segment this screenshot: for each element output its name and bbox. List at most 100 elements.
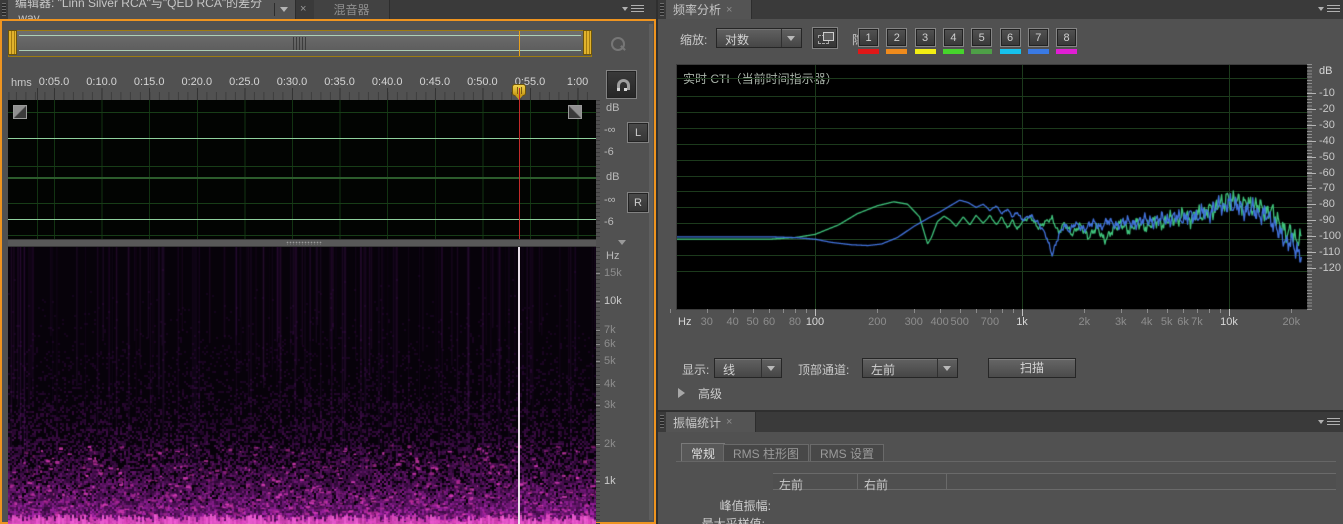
db-tick-label: -60: [1319, 167, 1335, 179]
snap-magnet-button[interactable]: [606, 70, 637, 99]
freq-tick-mark: [976, 309, 977, 313]
spectral-tick-label: 5k: [604, 355, 616, 367]
spectral-tick-label: 4k: [604, 378, 616, 390]
waveform-gridline: [8, 166, 596, 167]
spectral-tick-mark: [596, 344, 600, 345]
ruler-time-label: 0:05.0: [32, 76, 76, 88]
tab-amplitude-statistics[interactable]: 振幅统计 ×: [666, 412, 756, 432]
ruler-time-label: 0:50.0: [460, 76, 504, 88]
freq-tick-label: 1k: [1006, 316, 1038, 328]
channel-color-swatch: [971, 49, 992, 54]
hide-channel-button-2[interactable]: 2: [886, 28, 907, 47]
editor-tab-dropdown-icon[interactable]: [274, 3, 288, 16]
spectrogram-display[interactable]: [8, 247, 596, 524]
timeline-zoom-scrollbar[interactable]: [8, 30, 592, 57]
time-ruler[interactable]: 0:05.00:10.00:15.00:20.00:25.00:30.00:35…: [8, 75, 596, 88]
view-splitter[interactable]: [8, 239, 596, 247]
freq-tick-mark: [1002, 309, 1003, 313]
dropdown-arrow-icon: [761, 359, 781, 377]
waveform-gridline: [8, 235, 596, 236]
panel-drag-grip[interactable]: [660, 415, 664, 428]
amplitude-scale-ticks: [596, 100, 600, 239]
top-channel-value: 左前: [863, 359, 937, 377]
hide-channel-button-3[interactable]: 3: [915, 28, 936, 47]
freq-tick-mark: [783, 309, 784, 313]
db-tick-mark: [1307, 157, 1316, 158]
tab-mixer[interactable]: 混音器: [314, 0, 390, 19]
display-mode-label: 显示:: [682, 363, 709, 377]
playhead-line-spectrogram: [518, 247, 520, 524]
zoom-mode-label: 缩放:: [680, 33, 707, 47]
hide-channel-button-6[interactable]: 6: [1000, 28, 1021, 47]
tab-rms-settings[interactable]: RMS 设置: [810, 444, 884, 462]
tab-editor[interactable]: 编辑器: "Linn Silver RCA"与"QED RCA"的差分 .wav: [8, 0, 296, 19]
editor-vertical-scrollbar[interactable]: [649, 24, 653, 520]
spectral-tick-label: 2k: [604, 438, 616, 450]
scale-tick: -∞: [604, 124, 616, 136]
waveform-display[interactable]: [8, 100, 596, 239]
ruler-time-label: 0:45.0: [413, 76, 457, 88]
freq-tick-label: 200: [861, 316, 893, 328]
hide-channel-button-4[interactable]: 4: [943, 28, 964, 47]
stats-panel-menu-icon[interactable]: [1318, 417, 1342, 428]
channel-color-swatch: [858, 49, 879, 54]
top-channel-dropdown[interactable]: 左前: [862, 358, 958, 378]
channel-left-button[interactable]: L: [627, 122, 649, 143]
navbar-waveform-line: [19, 35, 581, 36]
panel-drag-grip[interactable]: [660, 3, 664, 16]
ruler-time-label: 0:40.0: [365, 76, 409, 88]
tab-editor-close-icon[interactable]: ×: [300, 3, 306, 15]
freq-tick-mark: [1220, 309, 1221, 313]
hide-channel-button-7[interactable]: 7: [1028, 28, 1049, 47]
copy-to-clipboard-button[interactable]: [812, 27, 838, 49]
channel-divider: [8, 177, 596, 179]
navbar-right-handle[interactable]: [583, 30, 592, 55]
column-header-front-right[interactable]: 右前: [858, 474, 947, 489]
tab-close-icon[interactable]: ×: [726, 4, 732, 16]
advanced-label[interactable]: 高级: [698, 387, 722, 401]
scale-tick: -6: [604, 216, 614, 228]
spectral-tick-mark: [596, 481, 600, 482]
panel-drag-grip[interactable]: [2, 3, 6, 16]
fade-out-handle[interactable]: [568, 105, 582, 119]
zoom-mode-dropdown[interactable]: 对数: [716, 28, 802, 48]
db-tick-mark: [1307, 109, 1316, 110]
channel-right-button[interactable]: R: [627, 192, 649, 213]
tab-rms-histogram[interactable]: RMS 柱形图: [723, 444, 809, 462]
freq-tick-mark: [815, 309, 816, 316]
editor-panel-menu-icon[interactable]: [622, 4, 646, 15]
tab-general[interactable]: 常规: [681, 443, 725, 462]
navbar-grip[interactable]: [293, 37, 306, 50]
ruler-time-label: 0:20.0: [175, 76, 219, 88]
db-axis-unit: dB: [1319, 65, 1332, 77]
scan-button[interactable]: 扫描: [988, 358, 1076, 378]
hide-channel-button-1[interactable]: 1: [858, 28, 879, 47]
spectral-tick-mark: [596, 384, 600, 385]
freq-tick-label: 10k: [1213, 316, 1245, 328]
tab-close-icon[interactable]: ×: [726, 416, 732, 428]
hide-channel-button-8[interactable]: 8: [1056, 28, 1077, 47]
stats-tabs-baseline: [676, 461, 1336, 462]
ruler-time-label: 0:10.0: [80, 76, 124, 88]
advanced-expander-icon[interactable]: [678, 388, 690, 398]
hide-channel-button-5[interactable]: 5: [971, 28, 992, 47]
tab-frequency-analysis[interactable]: 频率分析 ×: [666, 0, 752, 19]
db-tick-label: -10: [1319, 87, 1335, 99]
tab-frequency-analysis-label: 频率分析: [673, 1, 721, 18]
freq-tick-mark: [960, 309, 961, 313]
ruler-time-label: 0:30.0: [270, 76, 314, 88]
top-channel-label: 顶部通道:: [798, 363, 849, 377]
ruler-time-label: 0:35.0: [318, 76, 362, 88]
db-tick-label: -100: [1319, 230, 1341, 242]
fade-in-handle[interactable]: [13, 105, 27, 119]
navbar-left-handle[interactable]: [8, 30, 17, 55]
freq-tick-mark: [795, 309, 796, 313]
display-mode-dropdown[interactable]: 线: [714, 358, 782, 378]
dropdown-arrow-icon: [781, 29, 801, 47]
freq-panel-menu-icon[interactable]: [1318, 4, 1342, 15]
channel-color-swatch: [1028, 49, 1049, 54]
column-header-front-left[interactable]: 左前: [773, 474, 858, 489]
channel-color-swatch: [1056, 49, 1077, 54]
zoom-navigate-icon[interactable]: [606, 34, 630, 56]
spectral-tick-label: 15k: [604, 267, 622, 279]
